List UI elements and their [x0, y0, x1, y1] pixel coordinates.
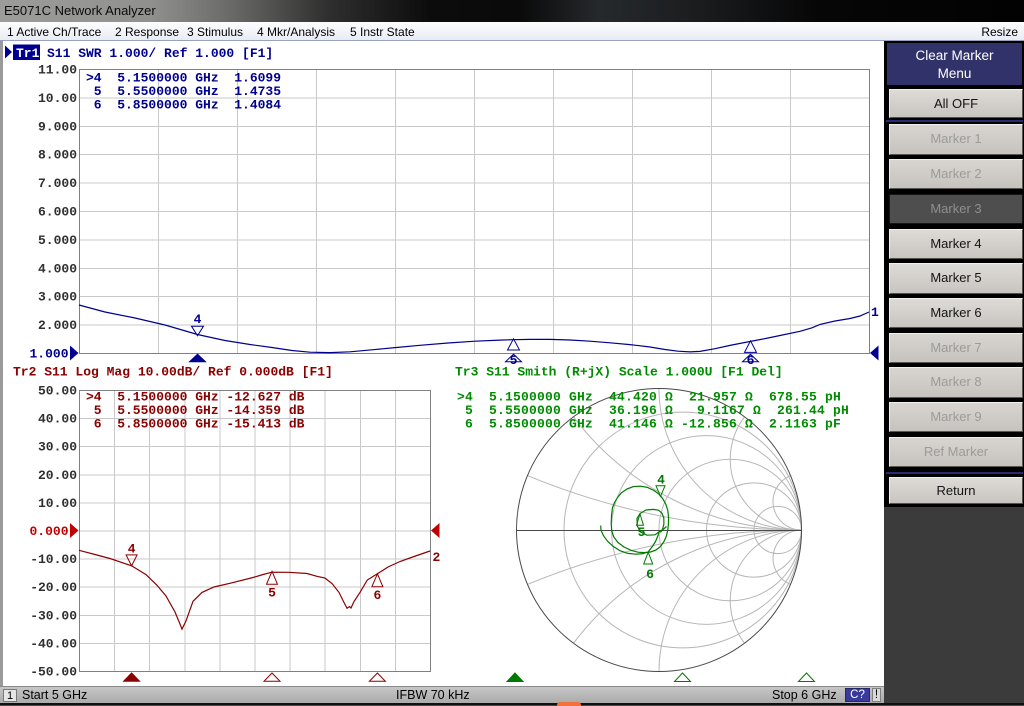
svg-text:5: 5 — [268, 586, 276, 601]
svg-text:-10.00: -10.00 — [30, 552, 77, 567]
svg-text:S11 SWR 1.000/ Ref 1.000 [F1]: S11 SWR 1.000/ Ref 1.000 [F1] — [47, 46, 273, 61]
svg-text:6 5.8500000 GHz 1.4084: 6 5.8500000 GHz 1.4084 — [86, 98, 281, 113]
svg-text:0.000: 0.000 — [29, 524, 68, 539]
svg-text:5: 5 — [638, 525, 646, 540]
svg-text:4: 4 — [657, 473, 665, 488]
svg-text:-40.00: -40.00 — [30, 636, 77, 651]
svg-text:6: 6 — [646, 567, 654, 582]
svg-text:4.000: 4.000 — [38, 261, 77, 276]
svg-text:7.000: 7.000 — [38, 176, 77, 191]
svg-text:Tr1: Tr1 — [16, 46, 40, 61]
svg-text:2.000: 2.000 — [38, 318, 77, 333]
svg-text:3.000: 3.000 — [38, 290, 77, 305]
svg-text:-50.00: -50.00 — [30, 665, 77, 680]
svg-text:10.00: 10.00 — [38, 91, 77, 106]
svg-text:6.000: 6.000 — [38, 205, 77, 220]
svg-text:Tr3 S11 Smith (R+jX) Scale 1.0: Tr3 S11 Smith (R+jX) Scale 1.000U [F1 De… — [455, 365, 783, 380]
svg-text:11.00: 11.00 — [38, 63, 77, 78]
svg-text:6: 6 — [373, 588, 381, 603]
svg-text:-20.00: -20.00 — [30, 580, 77, 595]
svg-text:1: 1 — [871, 305, 879, 320]
svg-text:4: 4 — [128, 542, 136, 557]
svg-text:30.00: 30.00 — [38, 440, 77, 455]
svg-text:9.000: 9.000 — [38, 119, 77, 134]
svg-text:40.00: 40.00 — [38, 412, 77, 427]
svg-text:2: 2 — [433, 550, 441, 565]
svg-text:5.000: 5.000 — [38, 233, 77, 248]
svg-text:Tr2 S11 Log Mag 10.00dB/ Ref 0: Tr2 S11 Log Mag 10.00dB/ Ref 0.000dB [F1… — [13, 365, 333, 380]
svg-text:10.00: 10.00 — [38, 496, 77, 511]
svg-text:20.00: 20.00 — [38, 468, 77, 483]
svg-text:1.000: 1.000 — [29, 347, 68, 362]
svg-text:8.000: 8.000 — [38, 148, 77, 163]
svg-text:50.00: 50.00 — [38, 384, 77, 399]
svg-text:6 5.8500000 GHz -15.413 dB: 6 5.8500000 GHz -15.413 dB — [86, 417, 305, 432]
svg-text:-30.00: -30.00 — [30, 608, 77, 623]
svg-text:4: 4 — [194, 312, 202, 327]
svg-text:6 5.8500000 GHz 41.146 Ω -12: 6 5.8500000 GHz 41.146 Ω -12.856 Ω 2.116… — [457, 417, 841, 432]
